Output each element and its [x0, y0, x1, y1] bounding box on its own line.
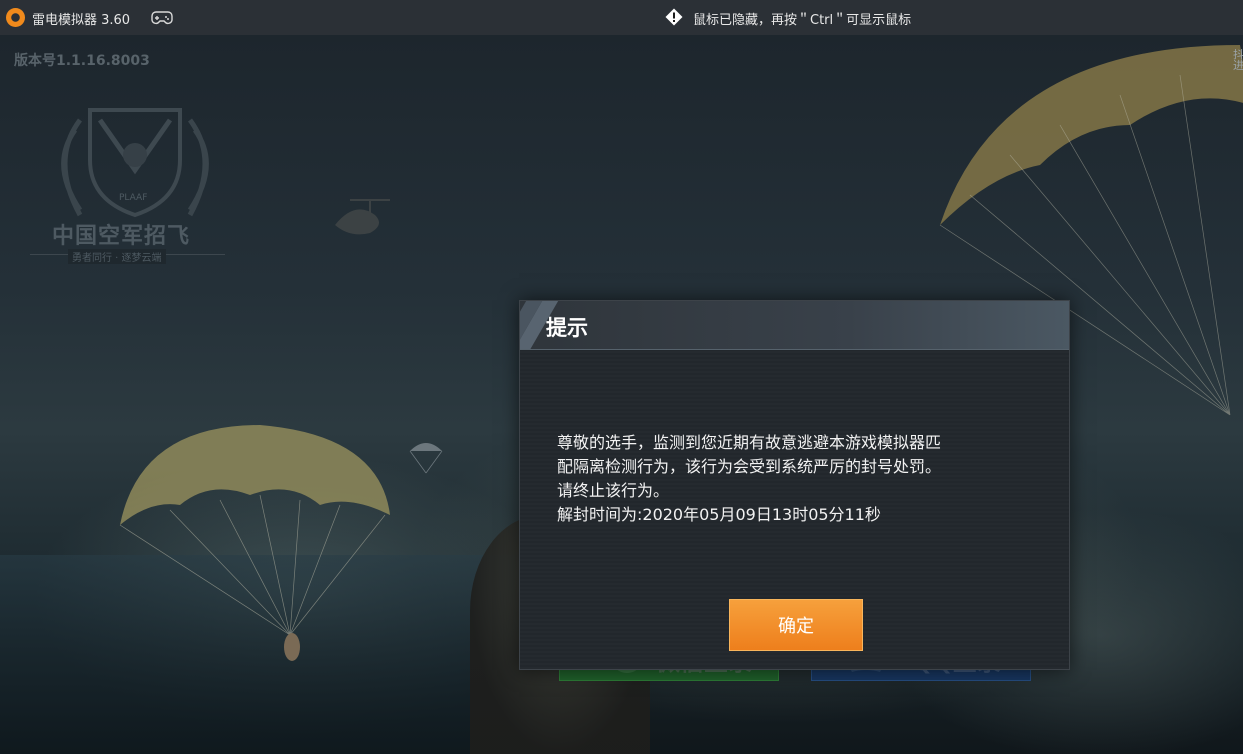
mouse-hidden-hint: 鼠标已隐藏，再按＂Ctrl＂可显示鼠标 — [693, 13, 912, 28]
ldplayer-logo-icon — [6, 8, 25, 27]
version-label: 版本号1.1.16.8003 — [14, 53, 150, 69]
emblem-subtitle: 勇者同行 · 逐梦云端 — [68, 249, 166, 264]
parachutist-left-icon — [119, 425, 390, 661]
confirm-button[interactable]: 确定 — [729, 599, 863, 651]
dialog-message-line: 尊敬的选手，监测到您近期有故意逃避本游戏模拟器匹 — [557, 433, 942, 452]
right-edge-text: 抖进 — [1233, 49, 1243, 71]
emblem-title: 中国空军招飞 — [52, 224, 191, 249]
helicopter-icon — [335, 199, 390, 235]
ban-notice-dialog: 提示 尊敬的选手，监测到您近期有故意逃避本游戏模拟器匹 配隔离检测行为，该行为会… — [519, 300, 1070, 670]
dialog-title: 提示 — [546, 316, 588, 340]
warning-diamond-icon — [664, 7, 684, 31]
dialog-header: 提示 — [520, 301, 1069, 350]
dialog-message: 尊敬的选手，监测到您近期有故意逃避本游戏模拟器匹 配隔离检测行为，该行为会受到系… — [557, 431, 1037, 527]
distant-parachute-icon — [409, 443, 443, 474]
unban-time-line: 解封时间为:2020年05月09日13时05分11秒 — [557, 505, 881, 524]
emblem-badge-text: PLAAF — [119, 193, 147, 203]
emulator-titlebar: 雷电模拟器 3.60 鼠标已隐藏，再按＂Ctrl＂可显示鼠标 — [0, 0, 1243, 35]
dialog-message-line: 请终止该行为。 — [557, 481, 670, 500]
gamepad-icon[interactable] — [151, 10, 173, 30]
app-title: 雷电模拟器 3.60 — [32, 13, 131, 28]
dialog-message-line: 配隔离检测行为，该行为会受到系统严厉的封号处罚。 — [557, 457, 942, 476]
